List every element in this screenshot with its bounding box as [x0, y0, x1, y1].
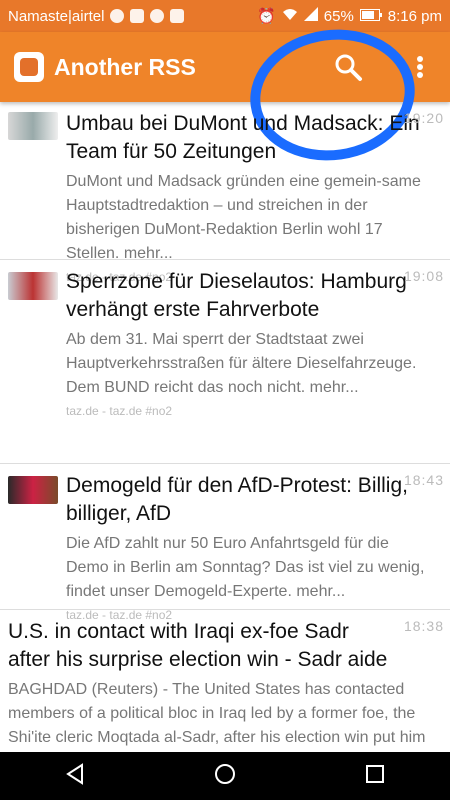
home-button[interactable] — [213, 762, 237, 791]
recents-button[interactable] — [364, 763, 386, 790]
notification-icon — [130, 9, 145, 23]
feed-item[interactable]: 18:43 Demogeld für den AfD-Protest: Bill… — [0, 464, 450, 622]
clock-label: 8:16 pm — [387, 7, 442, 25]
app-title: Another RSS — [54, 53, 196, 80]
feed-item[interactable]: 19:20 Umbau bei DuMont und Madsack: Ein … — [0, 102, 450, 284]
battery-label: 65% — [323, 7, 354, 25]
item-time: 18:38 — [403, 618, 444, 634]
article-thumbnail — [8, 476, 58, 504]
item-description: Die AfD zahlt nur 50 Euro Anfahrtsgeld f… — [66, 535, 425, 600]
article-thumbnail — [8, 112, 58, 140]
feed-item[interactable]: 18:38 U.S. in contact with Iraqi ex-foe … — [0, 610, 450, 750]
item-source: taz.de - taz.de #no2 — [66, 404, 173, 418]
more-vertical-icon — [417, 56, 423, 78]
home-icon — [214, 763, 235, 784]
item-title: Umbau bei DuMont und Madsack: Ein Team f… — [66, 112, 420, 163]
item-description: BAGHDAD (Reuters) - The United States ha… — [8, 681, 426, 746]
battery-icon — [359, 8, 382, 25]
signal-icon — [303, 7, 318, 25]
feed-list[interactable]: 19:20 Umbau bei DuMont und Madsack: Ein … — [0, 102, 450, 752]
feed-item[interactable]: 19:08 Sperrzone für Dieselautos: Hamburg… — [0, 260, 450, 464]
item-title: U.S. in contact with Iraqi ex-foe Sadr a… — [8, 620, 388, 671]
article-thumbnail — [8, 272, 58, 300]
item-time: 19:08 — [403, 268, 444, 284]
chrome-icon — [150, 9, 165, 23]
status-left: Namaste|airtel — [8, 7, 185, 25]
item-description: Ab dem 31. Mai sperrt der Stadtstaat zwe… — [66, 331, 417, 396]
wifi-icon — [282, 7, 298, 25]
item-time: 19:20 — [403, 110, 444, 126]
item-description: DuMont und Madsack gründen eine gemein-s… — [66, 173, 421, 262]
carrier-label: Namaste|airtel — [8, 7, 105, 25]
flipboard-icon — [170, 9, 185, 23]
back-button[interactable] — [64, 762, 86, 790]
alarm-icon: ⏰ — [257, 8, 276, 25]
item-title: Demogeld für den AfD-Protest: Billig, bi… — [66, 474, 408, 525]
item-title: Sperrzone für Dieselautos: Hamburg verhä… — [66, 270, 407, 321]
system-navigation-bar — [0, 752, 450, 800]
status-right: ⏰ 65% 8:16 pm — [257, 7, 442, 25]
back-icon — [65, 762, 83, 785]
rss-logo-icon — [14, 52, 44, 82]
recents-icon — [366, 764, 385, 783]
status-bar: Namaste|airtel ⏰ 65% 8:16 pm — [0, 0, 450, 32]
messenger-icon — [110, 9, 125, 23]
item-time: 18:43 — [403, 472, 444, 488]
